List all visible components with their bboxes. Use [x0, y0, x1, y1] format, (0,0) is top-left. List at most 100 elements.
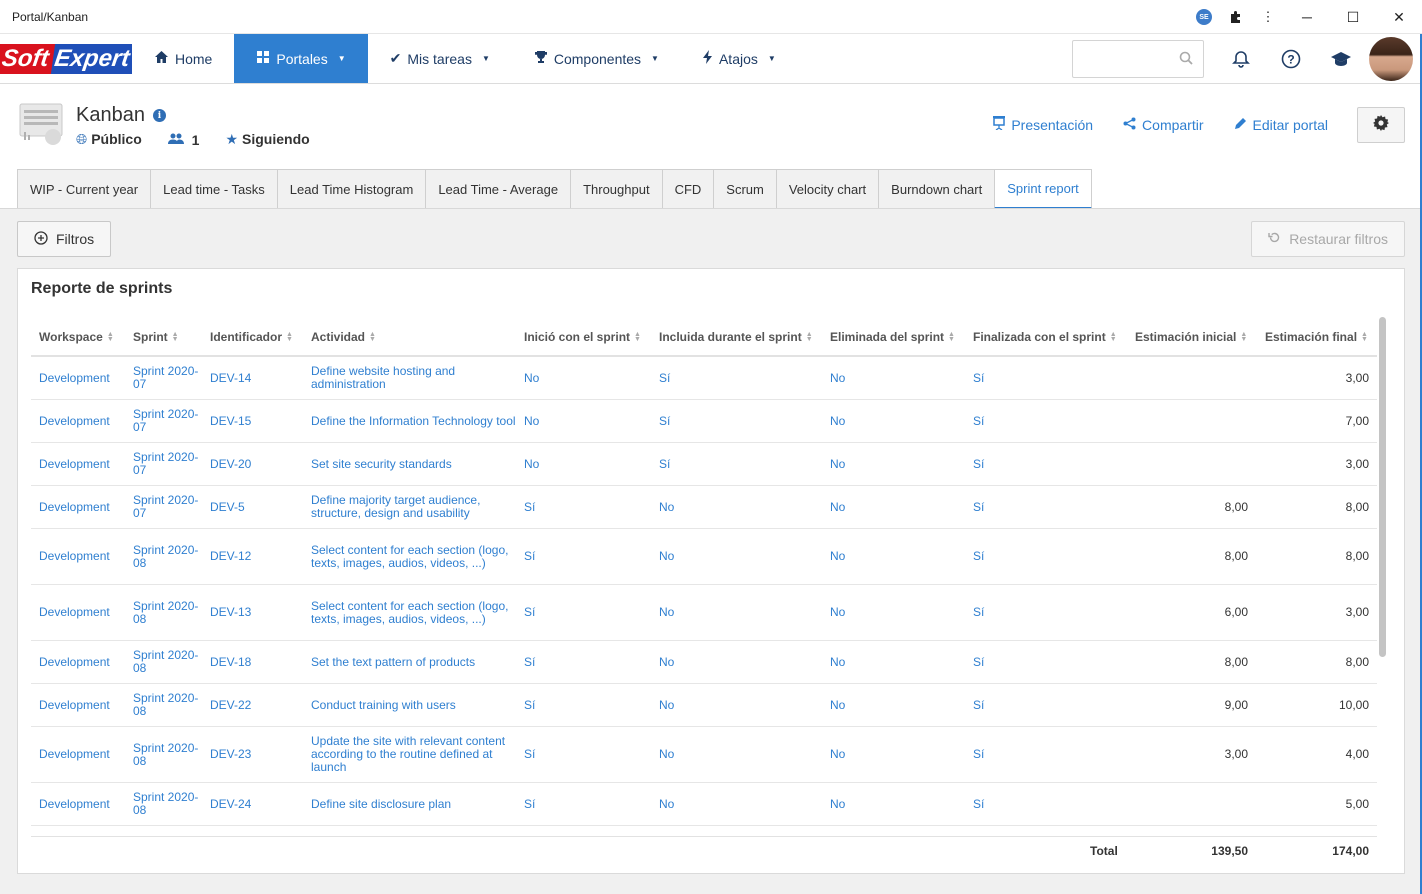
cell-inicio[interactable]: No	[524, 443, 654, 485]
cell-identificador[interactable]: DEV-14	[210, 357, 308, 399]
nav-portales[interactable]: Portales ▼	[234, 34, 368, 83]
column-header-actividad[interactable]: Actividad ▲ ▼	[311, 317, 376, 357]
cell-actividad[interactable]: Define majority target audience, structu…	[311, 486, 517, 528]
cell-inicio[interactable]: No	[524, 357, 654, 399]
cell-incluida[interactable]: No	[659, 641, 825, 683]
cell-actividad[interactable]: Set the text pattern of products	[311, 641, 517, 683]
cell-identificador[interactable]: DEV-13	[210, 585, 308, 640]
cell-identificador[interactable]: DEV-22	[210, 684, 308, 726]
cell-eliminada[interactable]: No	[830, 684, 968, 726]
cell-inicio[interactable]: Sí	[524, 783, 654, 825]
cell-actividad[interactable]: Select content for each section (logo, t…	[311, 529, 517, 584]
cell-finalizada[interactable]: Sí	[973, 400, 1123, 442]
nav-home[interactable]: Home	[132, 34, 234, 83]
cell-actividad[interactable]: Update the site with relevant content ac…	[311, 727, 517, 782]
cell-actividad[interactable]: Select content for each section (logo, t…	[311, 585, 517, 640]
graduation-cap-icon[interactable]	[1316, 34, 1366, 84]
tab-sprint-report[interactable]: Sprint report	[994, 169, 1092, 209]
cell-incluida[interactable]: No	[659, 486, 825, 528]
column-header-inicio[interactable]: Inició con el sprint ▲ ▼	[524, 317, 641, 357]
cell-inicio[interactable]: Sí	[524, 641, 654, 683]
column-header-workspace[interactable]: Workspace ▲ ▼	[39, 317, 114, 357]
cell-incluida[interactable]: No	[659, 727, 825, 782]
table-row[interactable]: Development Sprint 2020-07 DEV-5 Define maj…	[31, 486, 1377, 529]
sort-icon[interactable]: ▲ ▼	[1361, 331, 1368, 343]
cell-eliminada[interactable]: No	[830, 357, 968, 399]
profile-extension-icon[interactable]: SE	[1188, 0, 1220, 34]
edit-portal-link[interactable]: Editar portal	[1234, 116, 1328, 133]
cell-sprint[interactable]: Sprint 2020-08	[133, 727, 207, 782]
cell-eliminada[interactable]: No	[830, 783, 968, 825]
table-row[interactable]: Development Sprint 2020-08 DEV-24 Define si…	[31, 783, 1377, 826]
column-header-finalizada[interactable]: Finalizada con el sprint ▲ ▼	[973, 317, 1117, 357]
bell-icon[interactable]	[1216, 34, 1266, 84]
brand-logo[interactable]: Soft Expert	[0, 34, 132, 84]
sort-icon[interactable]: ▲ ▼	[172, 331, 179, 343]
cell-finalizada[interactable]: Sí	[973, 641, 1123, 683]
cell-finalizada[interactable]: Sí	[973, 727, 1123, 782]
sort-icon[interactable]: ▲ ▼	[286, 331, 293, 343]
sort-icon[interactable]: ▲ ▼	[634, 331, 641, 343]
nav-mis-tareas[interactable]: ✔ Mis tareas ▼	[368, 34, 512, 83]
cell-finalizada[interactable]: Sí	[973, 357, 1123, 399]
cell-finalizada[interactable]: Sí	[973, 486, 1123, 528]
table-row[interactable]: Development Sprint 2020-08 DEV-12 Select co…	[31, 529, 1377, 585]
column-header-estimacion-final[interactable]: Estimación final ▲ ▼	[1265, 317, 1368, 357]
cell-eliminada[interactable]: No	[830, 585, 968, 640]
cell-sprint[interactable]: Sprint 2020-08	[133, 783, 207, 825]
table-row[interactable]: Development Sprint 2020-08 DEV-23 Update th…	[31, 727, 1377, 783]
sort-icon[interactable]: ▲ ▼	[806, 331, 813, 343]
nav-atajos[interactable]: Atajos ▼	[681, 34, 798, 83]
cell-inicio[interactable]: Sí	[524, 529, 654, 584]
cell-actividad[interactable]: Conduct training with users	[311, 684, 517, 726]
cell-incluida[interactable]: Sí	[659, 443, 825, 485]
cell-actividad[interactable]: Define the Information Technology tool	[311, 400, 517, 442]
cell-inicio[interactable]: Sí	[524, 486, 654, 528]
sort-icon[interactable]: ▲ ▼	[948, 331, 955, 343]
cell-workspace[interactable]: Development	[39, 684, 129, 726]
cell-identificador[interactable]: DEV-18	[210, 641, 308, 683]
cell-eliminada[interactable]: No	[830, 486, 968, 528]
sort-icon[interactable]: ▲ ▼	[1240, 331, 1247, 343]
cell-workspace[interactable]: Development	[39, 486, 129, 528]
column-header-eliminada[interactable]: Eliminada del sprint ▲ ▼	[830, 317, 955, 357]
table-row[interactable]: Development Sprint 2020-07 DEV-14 Define we…	[31, 357, 1377, 400]
cell-finalizada[interactable]: Sí	[973, 585, 1123, 640]
vertical-scrollbar[interactable]	[1379, 317, 1386, 657]
cell-workspace[interactable]: Development	[39, 727, 129, 782]
tab-lead-time-average[interactable]: Lead Time - Average	[425, 169, 571, 209]
tab-scrum[interactable]: Scrum	[713, 169, 776, 209]
puzzle-icon[interactable]	[1220, 0, 1252, 34]
cell-identificador[interactable]: DEV-23	[210, 727, 308, 782]
cell-identificador[interactable]: DEV-5	[210, 486, 308, 528]
nav-componentes[interactable]: Componentes ▼	[512, 34, 681, 83]
cell-eliminada[interactable]: No	[830, 641, 968, 683]
maximize-button[interactable]: ☐	[1330, 0, 1376, 34]
cell-sprint[interactable]: Sprint 2020-08	[133, 585, 207, 640]
cell-incluida[interactable]: Sí	[659, 400, 825, 442]
cell-workspace[interactable]: Development	[39, 585, 129, 640]
cell-workspace[interactable]: Development	[39, 357, 129, 399]
cell-workspace[interactable]: Development	[39, 400, 129, 442]
cell-eliminada[interactable]: No	[830, 400, 968, 442]
column-header-sprint[interactable]: Sprint ▲ ▼	[133, 317, 179, 357]
cell-finalizada[interactable]: Sí	[973, 529, 1123, 584]
cell-workspace[interactable]: Development	[39, 641, 129, 683]
cell-finalizada[interactable]: Sí	[973, 443, 1123, 485]
cell-incluida[interactable]: Sí	[659, 357, 825, 399]
cell-sprint[interactable]: Sprint 2020-07	[133, 357, 207, 399]
share-link[interactable]: Compartir	[1123, 116, 1204, 133]
sort-icon[interactable]: ▲ ▼	[369, 331, 376, 343]
cell-incluida[interactable]: No	[659, 684, 825, 726]
cell-sprint[interactable]: Sprint 2020-08	[133, 684, 207, 726]
cell-sprint[interactable]: Sprint 2020-08	[133, 641, 207, 683]
search-icon[interactable]	[1179, 51, 1193, 68]
column-header-identificador[interactable]: Identificador ▲ ▼	[210, 317, 293, 357]
tab-lead-time-tasks[interactable]: Lead time - Tasks	[150, 169, 277, 209]
tab-lead-time-histogram[interactable]: Lead Time Histogram	[276, 169, 426, 209]
cell-eliminada[interactable]: No	[830, 727, 968, 782]
cell-workspace[interactable]: Development	[39, 443, 129, 485]
cell-actividad[interactable]: Define website hosting and administratio…	[311, 357, 517, 399]
cell-sprint[interactable]: Sprint 2020-07	[133, 443, 207, 485]
sort-icon[interactable]: ▲ ▼	[1110, 331, 1117, 343]
